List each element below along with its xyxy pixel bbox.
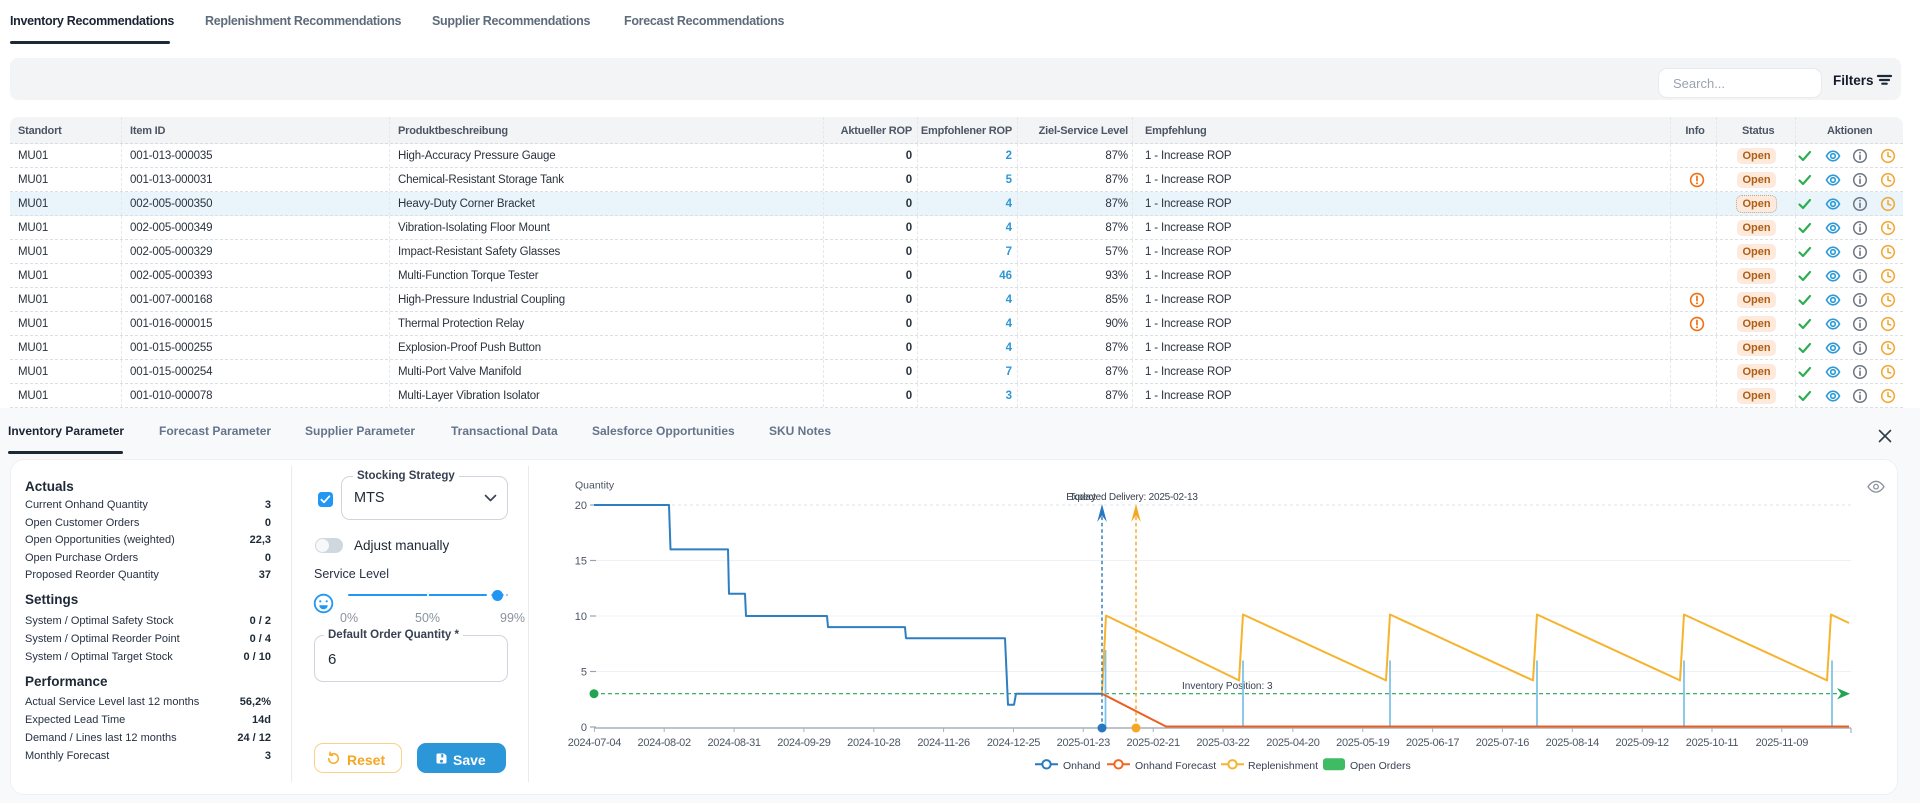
svg-text:Today: Today: [1069, 492, 1096, 503]
svg-text:10: 10: [575, 611, 587, 623]
svg-text:2024-08-31: 2024-08-31: [707, 737, 760, 749]
svg-text:2024-08-02: 2024-08-02: [638, 737, 691, 749]
svg-text:5: 5: [581, 667, 587, 679]
svg-text:2025-02-21: 2025-02-21: [1127, 737, 1180, 749]
svg-text:Inventory Position: 3: Inventory Position: 3: [1182, 681, 1273, 692]
svg-text:2025-04-20: 2025-04-20: [1266, 737, 1319, 749]
svg-text:2025-08-14: 2025-08-14: [1546, 737, 1599, 749]
svg-text:20: 20: [575, 500, 587, 512]
svg-text:2025-11-09: 2025-11-09: [1756, 737, 1809, 749]
svg-text:2025-05-19: 2025-05-19: [1336, 737, 1389, 749]
svg-text:2025-10-11: 2025-10-11: [1686, 737, 1739, 749]
svg-text:2025-06-17: 2025-06-17: [1406, 737, 1459, 749]
svg-text:2025-01-23: 2025-01-23: [1057, 737, 1110, 749]
svg-text:2024-12-25: 2024-12-25: [987, 737, 1040, 749]
svg-text:2024-09-29: 2024-09-29: [777, 737, 830, 749]
svg-text:0: 0: [581, 722, 587, 734]
svg-text:2025-07-16: 2025-07-16: [1476, 737, 1529, 749]
svg-text:Onhand: Onhand: [1063, 760, 1101, 772]
svg-text:2025-03-22: 2025-03-22: [1196, 737, 1249, 749]
svg-text:2024-07-04: 2024-07-04: [568, 737, 621, 749]
svg-text:Quantity: Quantity: [575, 480, 615, 492]
svg-text:Open Orders: Open Orders: [1350, 760, 1411, 772]
svg-text:15: 15: [575, 556, 587, 568]
svg-text:2024-11-26: 2024-11-26: [917, 737, 970, 749]
svg-text:Replenishment: Replenishment: [1248, 760, 1318, 772]
svg-text:2025-09-12: 2025-09-12: [1616, 737, 1669, 749]
svg-text:2024-10-28: 2024-10-28: [847, 737, 900, 749]
svg-text:Onhand Forecast: Onhand Forecast: [1135, 760, 1216, 772]
